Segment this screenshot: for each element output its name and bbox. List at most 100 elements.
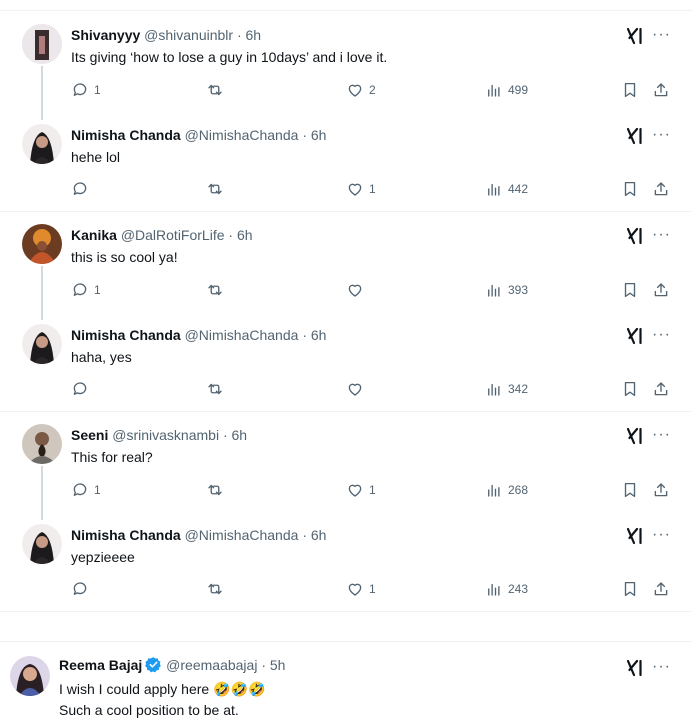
bookmark-button[interactable] — [621, 379, 639, 399]
reply-icon — [71, 481, 89, 499]
bookmark-button[interactable] — [621, 480, 639, 500]
grok-icon[interactable] — [625, 526, 645, 546]
reply-button[interactable] — [71, 179, 94, 199]
retweet-icon — [206, 180, 224, 198]
views-icon — [485, 81, 503, 99]
more-icon[interactable]: ··· — [652, 27, 671, 43]
retweet-button[interactable] — [206, 579, 224, 599]
avatar[interactable] — [22, 524, 62, 564]
share-icon — [652, 481, 670, 499]
display-name[interactable]: Reema Bajaj — [59, 657, 142, 673]
avatar[interactable] — [22, 424, 62, 464]
views-button[interactable]: 442 — [485, 179, 528, 199]
timestamp[interactable]: · 6h — [302, 327, 326, 343]
share-button[interactable] — [652, 80, 670, 100]
retweet-button[interactable] — [206, 280, 224, 300]
user-handle[interactable]: @shivanuinblr — [144, 27, 233, 43]
grok-icon[interactable] — [625, 26, 645, 46]
bookmark-button[interactable] — [621, 579, 639, 599]
timestamp[interactable]: · 6h — [237, 27, 261, 43]
display-name[interactable]: Nimisha Chanda — [71, 127, 181, 143]
verified-badge-icon — [145, 656, 162, 677]
timestamp[interactable]: · 6h — [228, 227, 252, 243]
tweet-text-line: I wish I could apply here — [59, 681, 210, 697]
more-icon[interactable]: ··· — [652, 327, 671, 343]
views-button[interactable]: 393 — [485, 280, 528, 300]
display-name[interactable]: Shivanyyy — [71, 27, 140, 43]
like-button[interactable]: 1 — [346, 179, 376, 199]
more-icon[interactable]: ··· — [652, 527, 671, 543]
avatar[interactable] — [10, 656, 50, 696]
like-count: 1 — [369, 582, 376, 596]
reply-button[interactable]: 1 — [71, 480, 101, 500]
share-button[interactable] — [652, 379, 670, 399]
grok-icon[interactable] — [625, 226, 645, 246]
bookmark-button[interactable] — [621, 80, 639, 100]
views-count: 268 — [508, 483, 529, 497]
bookmark-button[interactable] — [621, 280, 639, 300]
like-button[interactable] — [346, 280, 369, 300]
timestamp[interactable]: · 5h — [261, 657, 285, 673]
timestamp[interactable]: · 6h — [302, 127, 326, 143]
grok-icon[interactable] — [625, 658, 645, 678]
tweet-header: Nimisha Chanda @NimishaChanda · 6h — [71, 526, 326, 544]
action-bar: 1 442 — [71, 179, 671, 199]
user-handle[interactable]: @NimishaChanda — [185, 527, 299, 543]
share-button[interactable] — [652, 280, 670, 300]
retweet-button[interactable] — [206, 80, 224, 100]
avatar[interactable] — [22, 224, 62, 264]
more-icon[interactable]: ··· — [652, 659, 671, 675]
grok-icon[interactable] — [625, 326, 645, 346]
share-button[interactable] — [652, 480, 670, 500]
user-handle[interactable]: @NimishaChanda — [185, 127, 299, 143]
tweet[interactable]: Nimisha Chanda @NimishaChanda · 6h hehe … — [0, 120, 692, 210]
tweet[interactable]: Shivanyyy @shivanuinblr · 6h Its giving … — [0, 20, 692, 115]
user-handle[interactable]: @srinivasknambi — [112, 427, 219, 443]
tweet[interactable]: Kanika @DalRotiForLife · 6h this is so c… — [0, 220, 692, 315]
views-icon — [485, 180, 503, 198]
timestamp[interactable]: · 6h — [302, 527, 326, 543]
views-button[interactable]: 499 — [485, 80, 528, 100]
display-name[interactable]: Nimisha Chanda — [71, 527, 181, 543]
grok-icon[interactable] — [625, 126, 645, 146]
user-handle[interactable]: @NimishaChanda — [185, 327, 299, 343]
reply-button[interactable]: 1 — [71, 80, 101, 100]
reply-button[interactable] — [71, 379, 94, 399]
grok-icon[interactable] — [625, 426, 645, 446]
views-button[interactable]: 243 — [485, 579, 528, 599]
tweet-header: Seeni @srinivasknambi · 6h — [71, 426, 247, 444]
retweet-button[interactable] — [206, 179, 224, 199]
share-button[interactable] — [652, 179, 670, 199]
retweet-button[interactable] — [206, 480, 224, 500]
user-handle[interactable]: @DalRotiForLife — [121, 227, 225, 243]
views-button[interactable]: 268 — [485, 480, 528, 500]
like-button[interactable] — [346, 379, 369, 399]
more-icon[interactable]: ··· — [652, 227, 671, 243]
tweet[interactable]: Nimisha Chanda @NimishaChanda · 6h haha,… — [0, 320, 692, 410]
views-icon — [485, 580, 503, 598]
share-button[interactable] — [652, 579, 670, 599]
more-icon[interactable]: ··· — [652, 427, 671, 443]
avatar[interactable] — [22, 324, 62, 364]
reply-button[interactable]: 1 — [71, 280, 101, 300]
display-name[interactable]: Kanika — [71, 227, 117, 243]
display-name[interactable]: Nimisha Chanda — [71, 327, 181, 343]
reply-button[interactable] — [71, 579, 94, 599]
avatar[interactable] — [22, 24, 62, 64]
like-button[interactable]: 1 — [346, 480, 376, 500]
display-name[interactable]: Seeni — [71, 427, 108, 443]
timestamp[interactable]: · 6h — [223, 427, 247, 443]
tweet[interactable]: Seeni @srinivasknambi · 6h This for real… — [0, 420, 692, 515]
tweet-header: Kanika @DalRotiForLife · 6h — [71, 226, 253, 244]
like-button[interactable]: 1 — [346, 579, 376, 599]
tweet[interactable]: Reema Bajaj @reemaabajaj · 5h I wish I c… — [0, 650, 692, 727]
tweet-text: This for real? — [71, 449, 153, 465]
more-icon[interactable]: ··· — [652, 127, 671, 143]
bookmark-button[interactable] — [621, 179, 639, 199]
avatar[interactable] — [22, 124, 62, 164]
tweet[interactable]: Nimisha Chanda @NimishaChanda · 6h yepzi… — [0, 520, 692, 610]
retweet-button[interactable] — [206, 379, 224, 399]
views-button[interactable]: 342 — [485, 379, 528, 399]
user-handle[interactable]: @reemaabajaj — [166, 657, 257, 673]
like-button[interactable]: 2 — [346, 80, 376, 100]
